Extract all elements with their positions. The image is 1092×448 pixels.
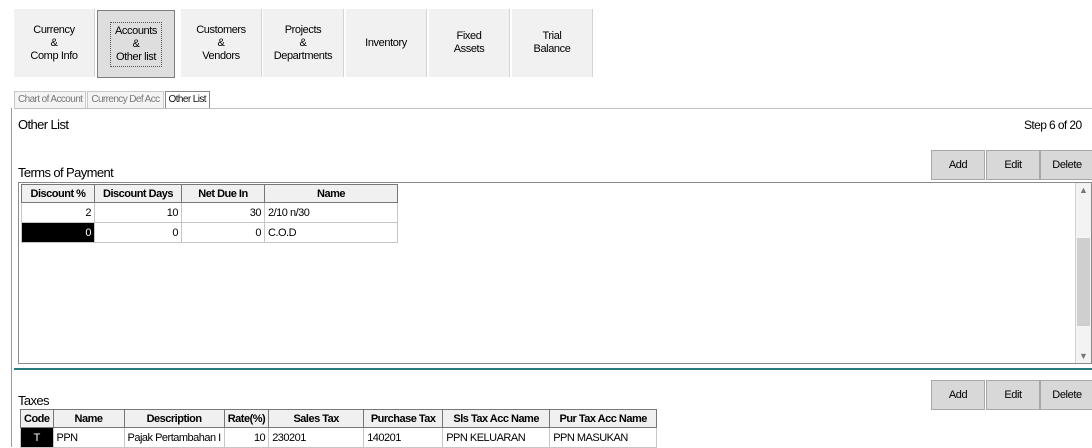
cell-discount-days[interactable]: 10 — [94, 202, 182, 223]
nav-accounts-other-list[interactable]: Accounts & Other list — [97, 10, 175, 78]
col-header-description[interactable]: Description — [123, 409, 225, 428]
taxes-add-button[interactable]: Add — [931, 380, 985, 410]
terms-vertical-scrollbar[interactable]: ▲ ▼ — [1075, 183, 1091, 363]
wizard-step-nav: Currency & Comp Info Accounts & Other li… — [14, 9, 1092, 78]
col-header-name[interactable]: Name — [264, 184, 398, 203]
nav-label-line: Accounts — [114, 24, 158, 37]
cell-name[interactable]: 2/10 n/30 — [264, 202, 398, 223]
col-header-sls-tax-acc-name[interactable]: Sls Tax Acc Name — [442, 409, 551, 428]
nav-label-line: Departments — [273, 49, 333, 62]
cell-rate[interactable]: 10 — [223, 427, 270, 448]
terms-edit-button[interactable]: Edit — [986, 150, 1040, 180]
cell-net-due[interactable]: 0 — [181, 222, 265, 243]
tab-other-list[interactable]: Other List — [164, 91, 210, 108]
section-divider — [14, 368, 1092, 370]
sub-tab-bar: Chart of Account Currency Def Acc Other … — [14, 91, 211, 109]
cell-name[interactable]: C.O.D — [264, 222, 398, 243]
nav-label-line: & — [217, 36, 225, 49]
terms-delete-button[interactable]: Delete — [1040, 150, 1092, 180]
nav-label-line: Fixed — [456, 30, 482, 42]
terms-table: Discount % Discount Days Net Due In Name… — [21, 184, 398, 243]
col-header-discount-days[interactable]: Discount Days — [94, 184, 182, 203]
nav-customers-vendors[interactable]: Customers & Vendors — [181, 9, 262, 77]
nav-label-line: Comp Info — [30, 49, 78, 62]
tab-currency-def-acc[interactable]: Currency Def Acc — [87, 91, 164, 108]
col-header-purchase-tax[interactable]: Purchase Tax — [363, 409, 444, 428]
page-title: Other List — [18, 117, 69, 132]
nav-label-line: Customers — [196, 23, 246, 36]
cell-pur-tax-acc-name[interactable]: PPN MASUKAN — [549, 427, 658, 448]
nav-label-line: & — [50, 36, 58, 49]
cell-purchase-tax[interactable]: 140201 — [363, 427, 444, 448]
cell-discount-days[interactable]: 0 — [94, 222, 182, 243]
nav-label-line: Balance — [533, 43, 571, 55]
table-row[interactable]: 0 0 0 C.O.D — [21, 222, 398, 243]
nav-fixed-assets[interactable]: Fixed Assets — [429, 9, 510, 77]
nav-label-line: Vendors — [202, 49, 240, 62]
cell-sales-tax[interactable]: 230201 — [268, 427, 365, 448]
col-header-code[interactable]: Code — [20, 409, 54, 428]
col-header-net-due[interactable]: Net Due In — [181, 184, 265, 203]
tab-underline — [14, 108, 1092, 109]
scroll-down-arrow-icon[interactable]: ▼ — [1079, 351, 1088, 361]
terms-add-button[interactable]: Add — [931, 150, 985, 180]
scroll-thumb[interactable] — [1077, 238, 1090, 326]
nav-label-line: Projects — [284, 23, 322, 36]
scroll-up-arrow-icon[interactable]: ▲ — [1079, 185, 1088, 195]
cell-discount[interactable]: 2 — [21, 202, 95, 223]
col-header-name[interactable]: Name — [52, 409, 125, 428]
nav-label-line: Trial — [542, 30, 562, 42]
panel-left-border — [11, 108, 12, 447]
taxes-delete-button[interactable]: Delete — [1040, 380, 1092, 410]
cell-net-due[interactable]: 30 — [181, 202, 265, 223]
nav-label-line: Currency — [33, 23, 75, 36]
taxes-section-title: Taxes — [18, 393, 50, 408]
col-header-rate[interactable]: Rate(%) — [223, 409, 270, 428]
taxes-edit-button[interactable]: Edit — [986, 380, 1040, 410]
step-indicator: Step 6 of 20 — [1024, 118, 1082, 132]
nav-projects-departments[interactable]: Projects & Departments — [263, 9, 344, 77]
terms-section-title: Terms of Payment — [18, 165, 114, 180]
table-row[interactable]: T PPN Pajak Pertambahan I 10 230201 1402… — [20, 427, 658, 448]
nav-label-line: Assets — [453, 43, 485, 55]
nav-label-line: Other list — [115, 50, 156, 63]
cell-discount-selected[interactable]: 0 — [21, 222, 95, 243]
cell-code-selected[interactable]: T — [20, 427, 54, 448]
table-row[interactable]: 2 10 30 2/10 n/30 — [21, 202, 398, 223]
tab-chart-of-account[interactable]: Chart of Account — [14, 91, 87, 108]
nav-focus-box: Accounts & Other list — [109, 21, 163, 67]
col-header-sales-tax[interactable]: Sales Tax — [268, 409, 365, 428]
cell-description[interactable]: Pajak Pertambahan I — [123, 427, 225, 448]
cell-sls-tax-acc-name[interactable]: PPN KELUARAN — [442, 427, 551, 448]
col-header-discount[interactable]: Discount % — [21, 184, 95, 203]
taxes-table[interactable]: Code Name Description Rate(%) Sales Tax … — [20, 409, 658, 448]
nav-label-line: & — [299, 36, 307, 49]
nav-currency-comp-info[interactable]: Currency & Comp Info — [14, 9, 95, 77]
cell-name[interactable]: PPN — [52, 427, 125, 448]
col-header-pur-tax-acc-name[interactable]: Pur Tax Acc Name — [549, 409, 658, 428]
terms-grid[interactable]: Discount % Discount Days Net Due In Name… — [18, 182, 1092, 364]
nav-label-line: & — [132, 37, 140, 50]
nav-label-line: Inventory — [365, 36, 407, 49]
nav-trial-balance[interactable]: Trial Balance — [512, 9, 593, 77]
nav-inventory[interactable]: Inventory — [346, 9, 427, 77]
